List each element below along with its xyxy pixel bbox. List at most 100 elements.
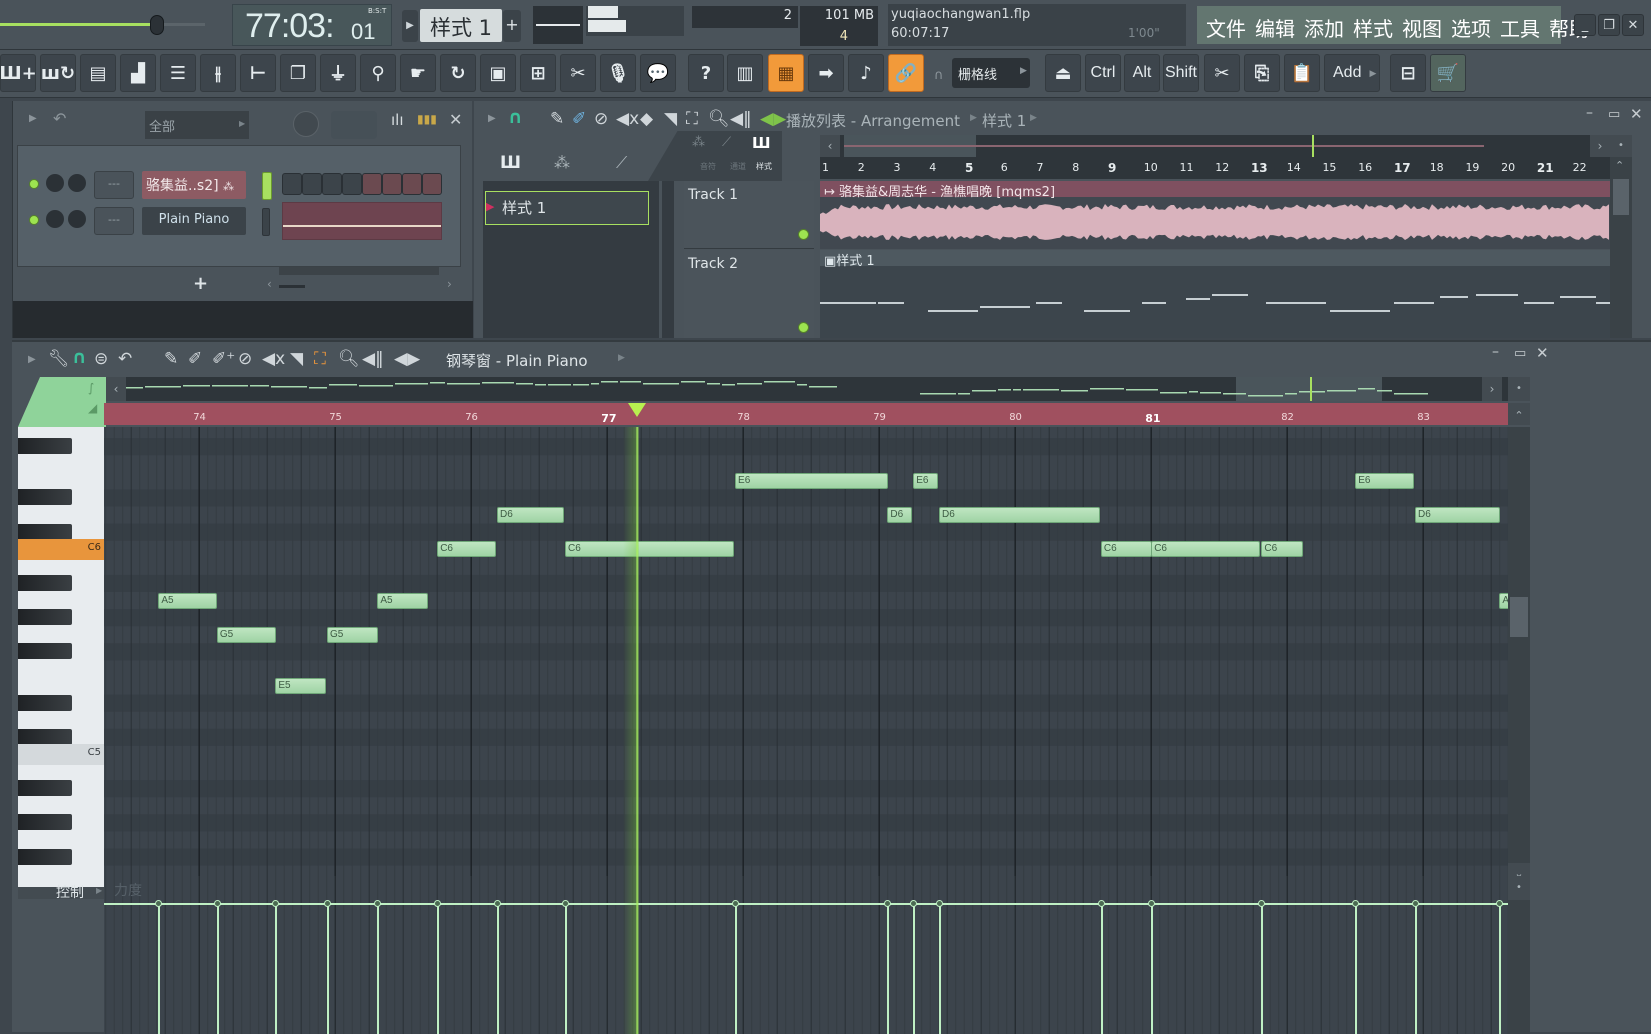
- layout-icon[interactable]: ▥: [727, 54, 763, 92]
- microphone-icon[interactable]: 🎙: [600, 54, 636, 92]
- note[interactable]: G5: [327, 626, 378, 643]
- wrench-icon[interactable]: 🔧︎: [48, 349, 70, 369]
- velocity-triangle-icon[interactable]: ◢: [88, 401, 97, 415]
- velocity-bar[interactable]: [216, 903, 219, 1034]
- playlist-overview[interactable]: ‹ ›: [820, 135, 1610, 157]
- velocity-vscroll[interactable]: [1508, 900, 1530, 1034]
- time-display[interactable]: 77:03: 01 B:S:T: [232, 4, 392, 46]
- playlist-menu-dot[interactable]: •: [1610, 135, 1632, 157]
- playlist-close-icon[interactable]: ✕: [1630, 105, 1643, 123]
- note[interactable]: D6: [497, 507, 565, 523]
- pitch-icon[interactable]: ♪: [848, 54, 884, 92]
- pr-pencil-icon[interactable]: ✎: [164, 349, 178, 369]
- pr-mute-icon[interactable]: ◀x: [262, 349, 285, 369]
- metronome-icon[interactable]: ⚲: [360, 54, 396, 92]
- pr-menu-dot[interactable]: •: [1508, 377, 1530, 401]
- note[interactable]: C6: [437, 541, 497, 558]
- step-button[interactable]: [382, 173, 402, 195]
- velocity-bar[interactable]: [377, 903, 380, 1034]
- velocity-bar[interactable]: [1499, 903, 1502, 1034]
- add-channel-button[interactable]: +: [193, 273, 208, 294]
- velocity-handle[interactable]: [910, 900, 918, 907]
- note[interactable]: G5: [216, 626, 276, 643]
- step-button[interactable]: [422, 173, 442, 195]
- track-mute-led[interactable]: [798, 229, 809, 240]
- snap-selector[interactable]: 栅格线 ▶: [952, 58, 1030, 88]
- playlist-magnet-icon[interactable]: ∩: [508, 107, 523, 128]
- channel-rack-icon[interactable]: ☰: [160, 54, 196, 92]
- velocity-handle[interactable]: [1097, 900, 1105, 907]
- velocity-handle[interactable]: [1412, 900, 1420, 907]
- master-volume-slider[interactable]: [0, 15, 205, 35]
- track-lane[interactable]: ↦ 骆集益&周志华 - 渔樵唱晚 [mqms2]: [820, 181, 1610, 249]
- zoom-icon[interactable]: 🔍︎: [708, 109, 730, 129]
- piano-black-key[interactable]: [18, 694, 72, 711]
- velocity-bar[interactable]: [887, 903, 890, 1034]
- pr-speaker-icon[interactable]: ◀▶: [394, 349, 420, 369]
- velocity-bar[interactable]: [1100, 903, 1103, 1034]
- pr-maximize-icon[interactable]: ▭: [1514, 346, 1526, 361]
- velocity-bar[interactable]: [327, 903, 330, 1034]
- track-header[interactable]: Track 2: [684, 250, 814, 338]
- menu-view[interactable]: 视图: [1402, 13, 1442, 42]
- note[interactable]: C6: [1100, 541, 1152, 558]
- note[interactable]: E5: [275, 678, 327, 694]
- rack-close-icon[interactable]: ✕: [449, 110, 462, 129]
- pr-select-icon[interactable]: ⛶: [314, 349, 326, 369]
- channel-volume-knob[interactable]: [46, 174, 64, 192]
- alt-key-button[interactable]: Alt: [1124, 54, 1160, 92]
- menu-edit[interactable]: 编辑: [1255, 13, 1295, 42]
- app-restore-button[interactable]: ❐: [1598, 14, 1620, 36]
- note[interactable]: D6: [887, 507, 913, 523]
- playlist-maximize-icon[interactable]: ▭: [1608, 107, 1620, 122]
- step-button[interactable]: [362, 173, 382, 195]
- copy-icon[interactable]: ⎘: [1244, 54, 1280, 92]
- filter-automation-icon[interactable]: ⟋: [722, 135, 731, 150]
- pr-close-icon[interactable]: ✕: [1536, 344, 1549, 362]
- velocity-handle[interactable]: [732, 900, 740, 907]
- pr-paint-plus-icon[interactable]: ✐⁺: [212, 349, 235, 369]
- comment-icon[interactable]: 💬: [640, 54, 676, 92]
- pattern-list-scrollbar[interactable]: [662, 181, 674, 338]
- velocity-handle[interactable]: [1496, 900, 1504, 907]
- note[interactable]: A5: [377, 592, 429, 609]
- piano-black-key[interactable]: [18, 489, 72, 506]
- rack-scroll-left-icon[interactable]: ‹: [267, 277, 272, 291]
- pr-undo-icon[interactable]: ↶: [118, 349, 132, 369]
- pr-minimize-icon[interactable]: –: [1492, 344, 1499, 360]
- pattern-selector[interactable]: 样式 1: [420, 9, 502, 42]
- velocity-handle[interactable]: [1148, 900, 1156, 907]
- velocity-bar[interactable]: [497, 903, 500, 1034]
- playlist-minimize-icon[interactable]: –: [1586, 105, 1593, 121]
- undo-icon[interactable]: ↻: [440, 54, 476, 92]
- curve-icon[interactable]: ∫: [88, 381, 94, 395]
- playlist-menu-arrow-icon[interactable]: ▶: [488, 113, 496, 124]
- channel-pan-knob[interactable]: [68, 174, 86, 192]
- pr-menu-arrow-icon[interactable]: ▶: [28, 354, 36, 365]
- pr-magnet-icon[interactable]: ∩: [72, 347, 87, 368]
- control-label[interactable]: 控制: [56, 882, 84, 902]
- step-button[interactable]: [282, 173, 302, 195]
- note[interactable]: D6: [939, 507, 1100, 523]
- step-button[interactable]: [322, 173, 342, 195]
- swing-knob[interactable]: [293, 111, 319, 137]
- rack-scroll-handle[interactable]: [279, 285, 305, 288]
- velocity-bar[interactable]: [913, 903, 916, 1034]
- velocity-bar[interactable]: [158, 903, 161, 1034]
- note[interactable]: C6: [1261, 541, 1303, 558]
- piano-key-c6[interactable]: C6: [18, 538, 104, 560]
- help-icon[interactable]: ?: [688, 54, 724, 92]
- note[interactable]: A5: [158, 592, 218, 609]
- track-header[interactable]: Track 1: [684, 181, 814, 249]
- velocity-handle[interactable]: [494, 900, 502, 907]
- velocity-bar[interactable]: [275, 903, 278, 1034]
- track-lane[interactable]: ▣样式 1: [820, 250, 1610, 338]
- pattern-clip[interactable]: ▣样式 1: [820, 250, 1610, 338]
- rack-menu-arrow-icon[interactable]: ▶: [29, 113, 37, 124]
- piano-black-key[interactable]: [18, 609, 72, 626]
- channel-mute-led[interactable]: [29, 215, 39, 225]
- velocity-handle[interactable]: [272, 900, 280, 907]
- link-icon[interactable]: 🔗: [888, 54, 924, 92]
- piano-keyboard[interactable]: C6 C5: [18, 427, 104, 887]
- menu-patterns[interactable]: 样式: [1353, 13, 1393, 42]
